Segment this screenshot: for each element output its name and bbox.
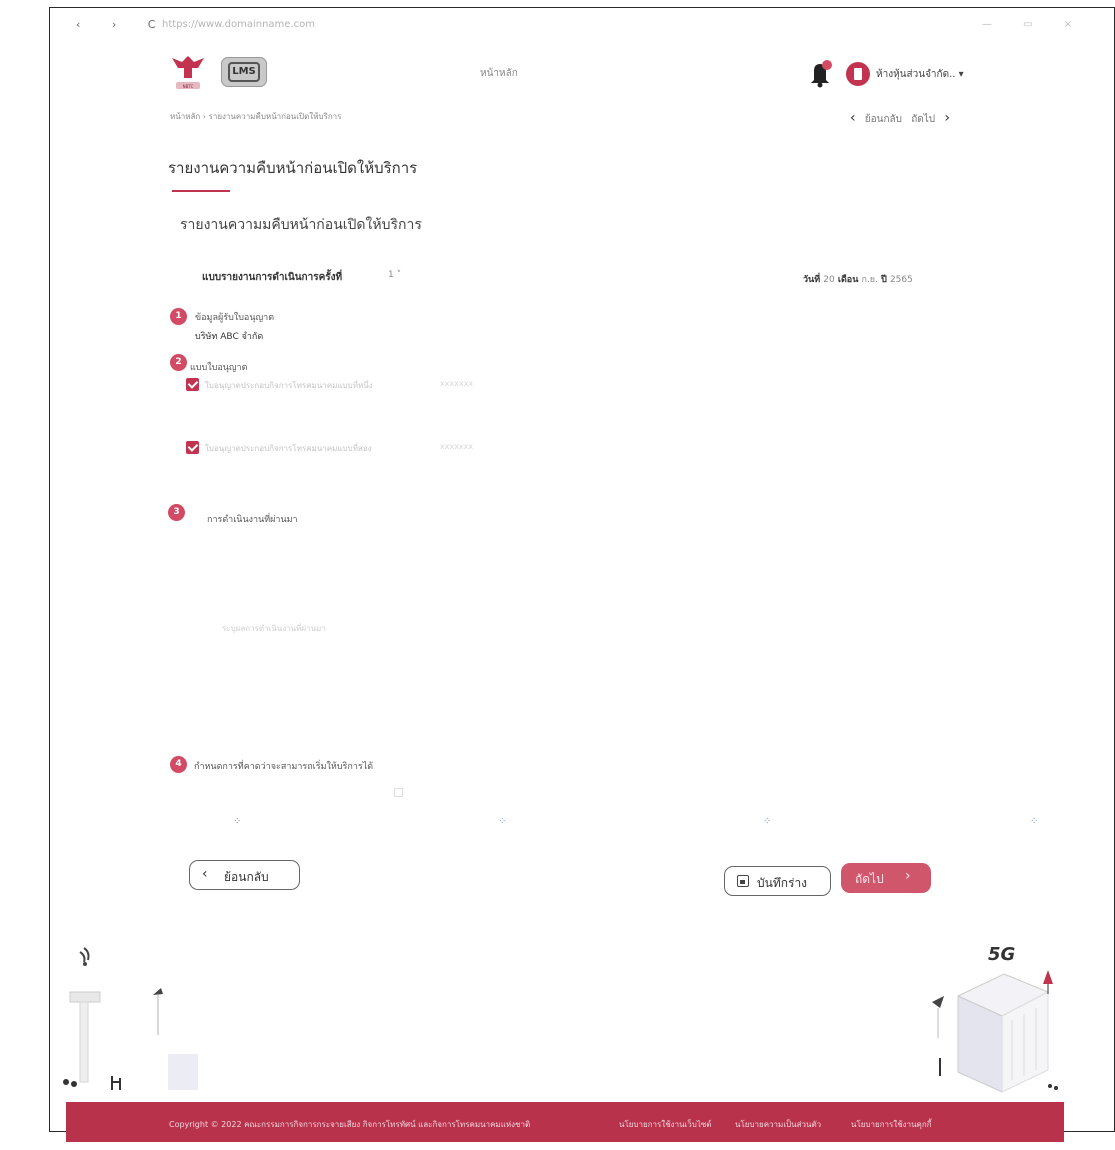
svg-text:NBTC: NBTC (183, 84, 194, 89)
save-draft-label: บันทึกร่าง (757, 876, 808, 890)
chevron-right-icon: › (905, 868, 911, 884)
pager-back-link[interactable]: ย้อนกลับ (865, 114, 902, 125)
chevron-right-icon[interactable]: › (944, 110, 950, 126)
year-value[interactable]: 2565 (890, 275, 913, 285)
step-4-label: กำหนดการที่คาดว่าจะสามารถเริ่มให้บริการไ… (194, 762, 374, 772)
breadcrumb[interactable]: หน้าหลัก › รายงานความคืบหน้าก่อนเปิดให้บ… (170, 110, 341, 123)
license-checkbox-1[interactable] (186, 378, 199, 391)
step-3-badge: 3 (168, 504, 185, 521)
license-item-1-label: ใบอนุญาตประกอบกิจการโทรคมนาคมแบบที่หนึ่ง (205, 381, 373, 390)
chevron-left-icon: ‹ (202, 866, 208, 882)
lms-logo-text: LMS (228, 62, 260, 82)
bell-icon[interactable] (806, 58, 834, 88)
browser-toolbar: ‹ › C https://www.domainname.com — ▭ × (70, 16, 1100, 38)
step-4-badge: 4 (170, 756, 187, 773)
user-name-label: ห้างหุ้นส่วนจำกัด.. (876, 69, 956, 80)
page-title: รายงานความคืบหน้าก่อนเปิดให้บริการ (168, 159, 418, 177)
footer-copyright: Copyright © 2022 คณะกรรมการกิจการกระจายเ… (169, 1120, 531, 1129)
loading-dots-icon: ⁘ (233, 816, 243, 827)
step-3-label: การดำเนินงานที่ผ่านมา (207, 515, 298, 525)
next-button[interactable]: ถัดไป › (841, 863, 931, 893)
license-item-2-label: ใบอนุญาตประกอบกิจการโทรคมนาคมแบบที่สอง (205, 444, 372, 453)
garuda-emblem-logo: NBTC (172, 56, 204, 89)
year-label: ปี (881, 275, 887, 285)
city-illustration-left (63, 947, 198, 1090)
step-2-label: แบบใบอนุญาต (190, 363, 248, 373)
pager-next-link[interactable]: ถัดไป (911, 114, 935, 125)
title-underline (172, 190, 230, 192)
next-button-label: ถัดไป (855, 872, 884, 886)
address-bar[interactable]: https://www.domainname.com (162, 19, 315, 30)
svg-text:5G: 5G (988, 944, 1015, 965)
license-item-1-code: xxxxxxx (440, 379, 474, 388)
loading-dots-icon: ⁘ (498, 816, 508, 827)
save-draft-button[interactable]: บันทึกร่าง (724, 866, 831, 896)
chevron-left-icon[interactable]: ‹ (850, 110, 856, 126)
day-label: วันที่ (803, 275, 821, 285)
month-value[interactable]: ก.ย. (862, 275, 878, 285)
loading-dots-icon: ⁘ (763, 816, 773, 827)
window-controls[interactable]: — ▭ × (982, 19, 1086, 30)
licensee-name: บริษัท ABC จำกัด (195, 332, 264, 342)
report-round-label: แบบรายงานการดำเนินการครั้งที่ (202, 272, 343, 283)
day-value[interactable]: 20 (823, 275, 834, 285)
progress-textarea[interactable]: ระบุผลการดำเนินงานที่ผ่านมา (222, 622, 326, 635)
top-pager: ‹ ย้อนกลับ ถัดไป › (850, 110, 956, 127)
license-item-2-code: xxxxxxx (440, 442, 474, 451)
step-2-badge: 2 (170, 354, 187, 371)
report-date: วันที่ 20 เดือน ก.ย. ปี 2565 (803, 272, 913, 286)
chevron-down-icon: ▾ (958, 69, 964, 80)
nav-home[interactable]: หน้าหลัก (480, 66, 518, 81)
back-button[interactable]: ‹ ย้อนกลับ (189, 860, 300, 890)
month-label: เดือน (837, 275, 859, 285)
schedule-checkbox[interactable] (394, 788, 403, 797)
section-title: รายงานความมคืบหน้าก่อนเปิดให้บริการ (180, 217, 422, 233)
loading-dots-icon: ⁘ (1030, 816, 1040, 827)
footer: Copyright © 2022 คณะกรรมการกิจการกระจายเ… (66, 1102, 1064, 1142)
footer-link-privacy-policy[interactable]: นโยบายความเป็นส่วนตัว (735, 1118, 821, 1131)
lms-logo[interactable]: LMS (221, 57, 267, 87)
user-menu[interactable]: ห้างหุ้นส่วนจำกัด.. ▾ (876, 67, 964, 82)
footer-link-website-policy[interactable]: นโยบายการใช้งานเว็บไซต์ (619, 1118, 712, 1131)
report-round-select[interactable]: 1 ˅ (388, 270, 401, 280)
browser-nav-buttons[interactable]: ‹ › C (76, 18, 169, 31)
step-1-label: ข้อมูลผู้รับใบอนุญาต (195, 313, 275, 323)
footer-link-cookie-policy[interactable]: นโยบายการใช้งานคุกกี้ (851, 1118, 932, 1131)
license-checkbox-2[interactable] (186, 441, 199, 454)
save-icon (737, 875, 749, 887)
step-1-badge: 1 (170, 308, 187, 325)
back-button-label: ย้อนกลับ (224, 870, 269, 884)
city-illustration-right: 5G (932, 944, 1058, 1093)
user-avatar[interactable] (846, 62, 870, 86)
